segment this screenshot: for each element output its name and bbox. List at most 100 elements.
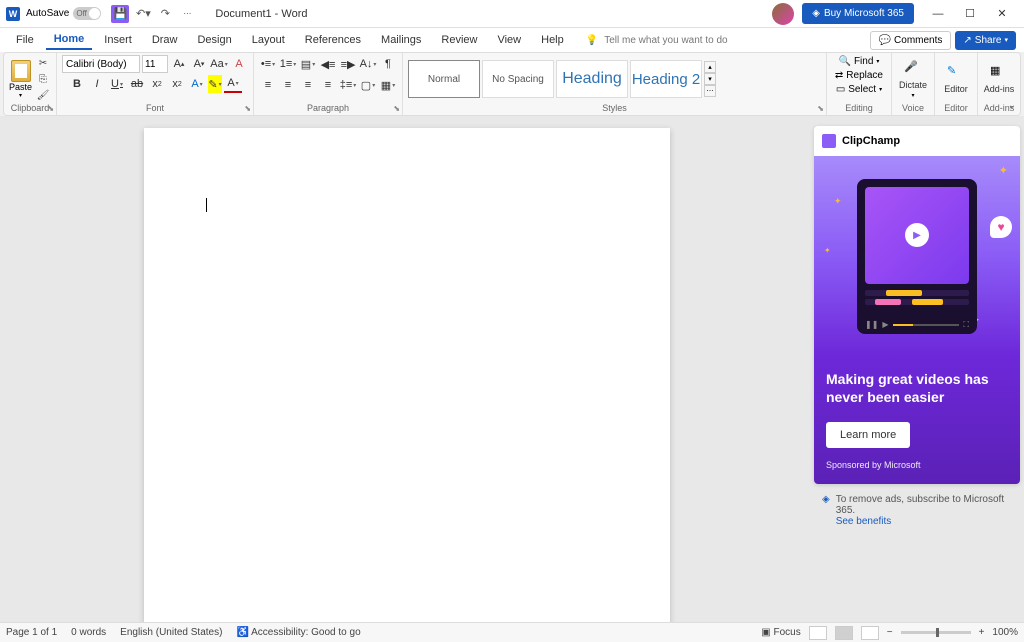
zoom-in-button[interactable]: + <box>979 627 985 638</box>
styles-up[interactable]: ▴ <box>704 61 716 73</box>
see-benefits-link[interactable]: See benefits <box>836 516 1012 527</box>
change-case-button[interactable]: Aa <box>210 55 228 73</box>
autosave-toggle[interactable]: Off <box>73 7 101 20</box>
autosave-control[interactable]: AutoSave Off <box>26 7 101 20</box>
save-button[interactable]: 💾 <box>111 5 129 23</box>
paragraph-launcher[interactable]: ⬊ <box>393 104 400 113</box>
numbering-button[interactable]: 1≡ <box>279 55 297 73</box>
select-button[interactable]: ▭Select▾ <box>833 83 885 96</box>
diamond-icon: ◈ <box>812 8 820 19</box>
tab-view[interactable]: View <box>489 31 529 49</box>
style-heading2[interactable]: Heading 2 <box>630 60 702 98</box>
align-left-button[interactable]: ≡ <box>259 76 277 94</box>
underline-button[interactable]: U <box>108 75 126 93</box>
group-editor: ✎ Editor Editor <box>935 53 978 115</box>
style-heading1[interactable]: Heading <box>556 60 628 98</box>
page-indicator[interactable]: Page 1 of 1 <box>6 627 57 638</box>
accessibility-indicator[interactable]: ♿ Accessibility: Good to go <box>236 627 360 638</box>
language-indicator[interactable]: English (United States) <box>120 627 222 638</box>
tab-design[interactable]: Design <box>189 31 239 49</box>
clipboard-launcher[interactable]: ⬊ <box>47 104 54 113</box>
font-launcher[interactable]: ⬊ <box>244 104 251 113</box>
ribbon: Paste ▾ ✂ ⎘ 🖌 Clipboard ⬊ A▴ A▾ Aa A B <box>3 52 1021 116</box>
strikethrough-button[interactable]: ab <box>128 75 146 93</box>
clear-formatting-button[interactable]: A <box>230 55 248 73</box>
decrease-indent-button[interactable]: ◀≡ <box>319 55 337 73</box>
grow-font-button[interactable]: A▴ <box>170 55 188 73</box>
show-marks-button[interactable]: ¶ <box>379 55 397 73</box>
line-spacing-button[interactable]: ‡≡ <box>339 76 357 94</box>
dictate-button[interactable]: 🎤 Dictate ▾ <box>897 60 929 99</box>
status-bar: Page 1 of 1 0 words English (United Stat… <box>0 622 1024 642</box>
tab-references[interactable]: References <box>297 31 369 49</box>
bold-button[interactable]: B <box>68 75 86 93</box>
tab-layout[interactable]: Layout <box>244 31 293 49</box>
user-avatar[interactable] <box>772 3 794 25</box>
editor-button[interactable]: ✎ Editor <box>940 64 972 94</box>
subscript-button[interactable]: x2 <box>148 75 166 93</box>
tab-help[interactable]: Help <box>533 31 572 49</box>
close-button[interactable]: ✕ <box>986 3 1018 25</box>
style-normal[interactable]: Normal <box>408 60 480 98</box>
borders-button[interactable]: ▦ <box>379 76 397 94</box>
tab-draw[interactable]: Draw <box>144 31 186 49</box>
print-layout-button[interactable] <box>835 626 853 640</box>
redo-button[interactable]: ↷ <box>157 6 173 22</box>
text-effects-button[interactable]: A <box>188 75 206 93</box>
style-no-spacing[interactable]: No Spacing <box>482 60 554 98</box>
editing-label: Editing <box>832 103 886 114</box>
font-size-input[interactable] <box>142 55 168 73</box>
page[interactable] <box>144 128 670 622</box>
focus-button[interactable]: ▣ Focus <box>761 627 800 638</box>
focus-icon: ▣ <box>761 627 770 638</box>
font-name-input[interactable] <box>62 55 140 73</box>
undo-button[interactable]: ↶▾ <box>135 6 151 22</box>
tab-insert[interactable]: Insert <box>96 31 140 49</box>
minimize-button[interactable]: — <box>922 3 954 25</box>
tab-review[interactable]: Review <box>433 31 485 49</box>
ad-learn-more-button[interactable]: Learn more <box>826 422 910 448</box>
remove-ads-text: To remove ads, subscribe to Microsoft 36… <box>836 494 1004 516</box>
superscript-button[interactable]: x2 <box>168 75 186 93</box>
tab-file[interactable]: File <box>8 31 42 49</box>
copy-button[interactable]: ⎘ <box>35 72 51 86</box>
font-color-button[interactable]: A <box>224 75 242 93</box>
find-button[interactable]: 🔍Find▾ <box>835 55 882 68</box>
tell-me-search[interactable]: 💡 Tell me what you want to do <box>586 35 728 46</box>
replace-button[interactable]: ⇄Replace <box>832 69 886 82</box>
increase-indent-button[interactable]: ≡▶ <box>339 55 357 73</box>
addins-button[interactable]: ▦ Add-ins <box>983 64 1015 94</box>
paste-button[interactable]: Paste ▾ <box>9 60 32 99</box>
comments-button[interactable]: 💬 Comments <box>870 31 952 50</box>
zoom-out-button[interactable]: − <box>887 627 893 638</box>
maximize-button[interactable]: ☐ <box>954 3 986 25</box>
format-painter-button[interactable]: 🖌 <box>35 88 51 102</box>
shrink-font-button[interactable]: A▾ <box>190 55 208 73</box>
cut-button[interactable]: ✂ <box>35 56 51 70</box>
shading-button[interactable]: ▢ <box>359 76 377 94</box>
qat-customize[interactable]: ⋯ <box>179 6 195 22</box>
document-area[interactable] <box>0 116 814 622</box>
buy-microsoft-button[interactable]: ◈ Buy Microsoft 365 <box>802 3 914 24</box>
zoom-level[interactable]: 100% <box>992 627 1018 638</box>
share-button[interactable]: ↗ Share ▾ <box>955 31 1016 50</box>
highlight-button[interactable]: ✎ <box>208 75 222 93</box>
multilevel-list-button[interactable]: ▤ <box>299 55 317 73</box>
web-layout-button[interactable] <box>861 626 879 640</box>
styles-down[interactable]: ▾ <box>704 73 716 85</box>
italic-button[interactable]: I <box>88 75 106 93</box>
sort-button[interactable]: A↓ <box>359 55 377 73</box>
tab-home[interactable]: Home <box>46 30 93 50</box>
align-right-button[interactable]: ≡ <box>299 76 317 94</box>
group-styles: Normal No Spacing Heading Heading 2 ▴ ▾ … <box>403 53 827 115</box>
read-mode-button[interactable] <box>809 626 827 640</box>
word-count[interactable]: 0 words <box>71 627 106 638</box>
styles-launcher[interactable]: ⬊ <box>817 104 824 113</box>
collapse-ribbon-button[interactable]: ⌄ <box>1008 100 1016 111</box>
tab-mailings[interactable]: Mailings <box>373 31 429 49</box>
align-center-button[interactable]: ≡ <box>279 76 297 94</box>
bullets-button[interactable]: •≡ <box>259 55 277 73</box>
styles-more[interactable]: ⋯ <box>704 85 716 97</box>
justify-button[interactable]: ≡ <box>319 76 337 94</box>
zoom-slider[interactable] <box>901 631 971 634</box>
